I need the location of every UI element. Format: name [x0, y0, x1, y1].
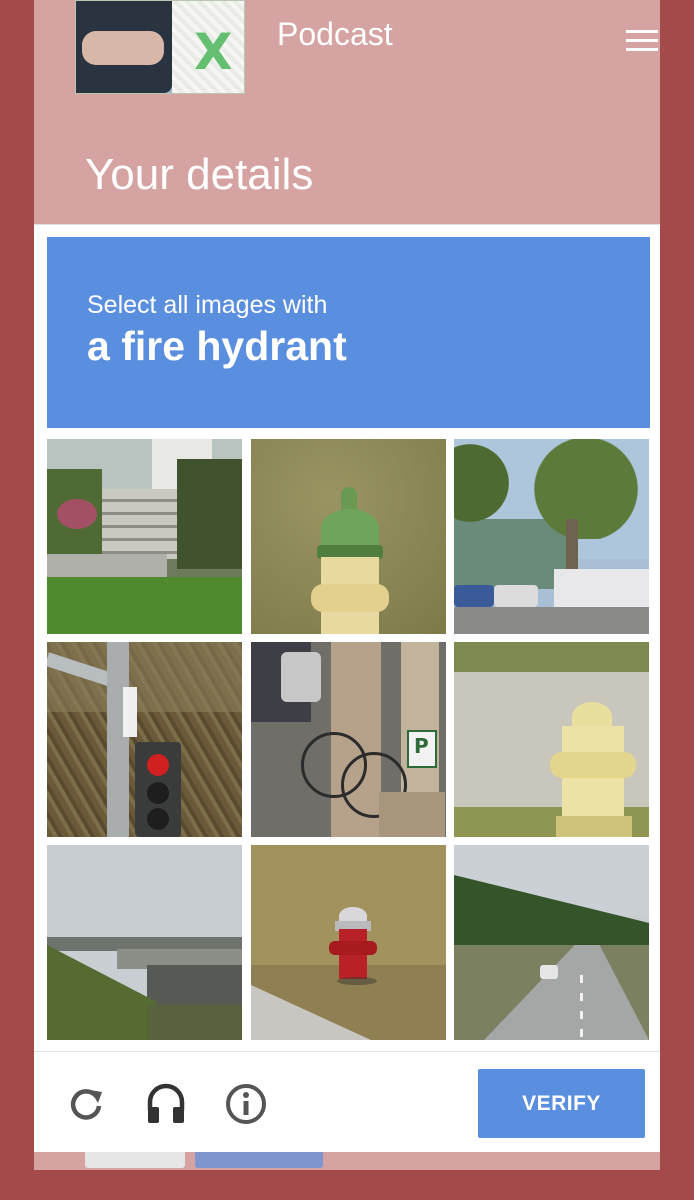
podcast-avatar[interactable]: X — [75, 0, 245, 94]
captcha-tile-2[interactable] — [251, 439, 446, 634]
page-title: Your details — [85, 150, 314, 199]
captcha-prompt: Select all images with a fire hydrant — [47, 237, 650, 428]
captcha-dialog: Select all images with a fire hydrant P … — [34, 224, 660, 1152]
avatar-x-letter: X — [194, 23, 233, 81]
captcha-tile-4[interactable] — [47, 642, 242, 837]
verify-button[interactable]: VERIFY — [478, 1069, 645, 1138]
headphones-icon[interactable] — [144, 1082, 188, 1126]
site-brand[interactable]: Podcast — [277, 16, 393, 53]
bottom-frame — [34, 1170, 660, 1200]
captcha-tile-grid: P — [47, 439, 650, 1041]
captcha-instruction: Select all images with — [87, 291, 328, 319]
captcha-tile-9[interactable] — [454, 845, 649, 1040]
captcha-tile-7[interactable] — [47, 845, 242, 1040]
captcha-target: a fire hydrant — [87, 323, 347, 369]
info-icon[interactable] — [224, 1082, 268, 1126]
hamburger-menu-icon[interactable] — [626, 30, 658, 52]
reload-icon[interactable] — [64, 1082, 108, 1126]
captcha-footer: VERIFY — [34, 1051, 660, 1153]
captcha-tile-1[interactable] — [47, 439, 242, 634]
person-arms — [82, 31, 164, 65]
captcha-tile-6[interactable] — [454, 642, 649, 837]
captcha-tile-3[interactable] — [454, 439, 649, 634]
captcha-tile-5[interactable]: P — [251, 642, 446, 837]
captcha-tile-8[interactable] — [251, 845, 446, 1040]
